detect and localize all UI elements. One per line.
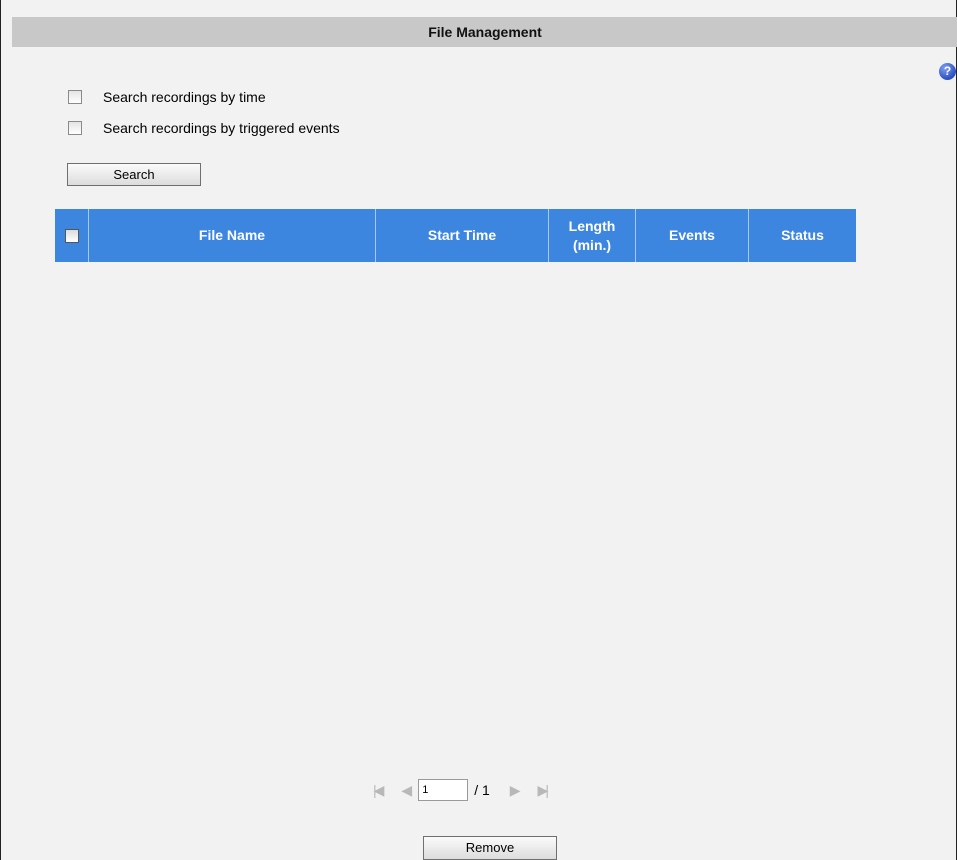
recordings-table-header: File Name Start Time Length (min.) Event… bbox=[55, 209, 856, 262]
next-page-icon[interactable]: ▶ bbox=[510, 782, 521, 799]
search-by-events-option: Search recordings by triggered events bbox=[68, 119, 340, 137]
column-file-name[interactable]: File Name bbox=[89, 209, 376, 262]
prev-page-icon[interactable]: ◀ bbox=[401, 782, 412, 799]
select-all-checkbox[interactable] bbox=[65, 228, 79, 243]
remove-button[interactable]: Remove bbox=[423, 836, 557, 860]
search-by-events-checkbox[interactable] bbox=[68, 121, 82, 135]
help-icon[interactable]: ? bbox=[939, 63, 956, 80]
pagination: |◀ ◀ / 1 ▶ ▶| bbox=[373, 778, 550, 802]
panel-title: File Management bbox=[12, 17, 957, 47]
column-length[interactable]: Length (min.) bbox=[549, 209, 636, 262]
search-by-events-label: Search recordings by triggered events bbox=[103, 120, 340, 136]
last-page-icon[interactable]: ▶| bbox=[538, 782, 550, 799]
file-management-panel: File Management ? Search recordings by t… bbox=[0, 0, 957, 860]
first-page-icon[interactable]: |◀ bbox=[373, 782, 385, 799]
page-total: / 1 bbox=[474, 782, 490, 798]
search-by-time-checkbox[interactable] bbox=[68, 90, 82, 104]
column-start-time[interactable]: Start Time bbox=[376, 209, 549, 262]
column-status[interactable]: Status bbox=[749, 209, 856, 262]
column-length-label: Length (min.) bbox=[568, 217, 616, 253]
search-by-time-option: Search recordings by time bbox=[68, 88, 266, 106]
search-button[interactable]: Search bbox=[67, 163, 201, 186]
search-by-time-label: Search recordings by time bbox=[103, 89, 266, 105]
column-events[interactable]: Events bbox=[636, 209, 749, 262]
page-number-input[interactable] bbox=[418, 779, 469, 801]
select-all-column bbox=[55, 209, 89, 262]
